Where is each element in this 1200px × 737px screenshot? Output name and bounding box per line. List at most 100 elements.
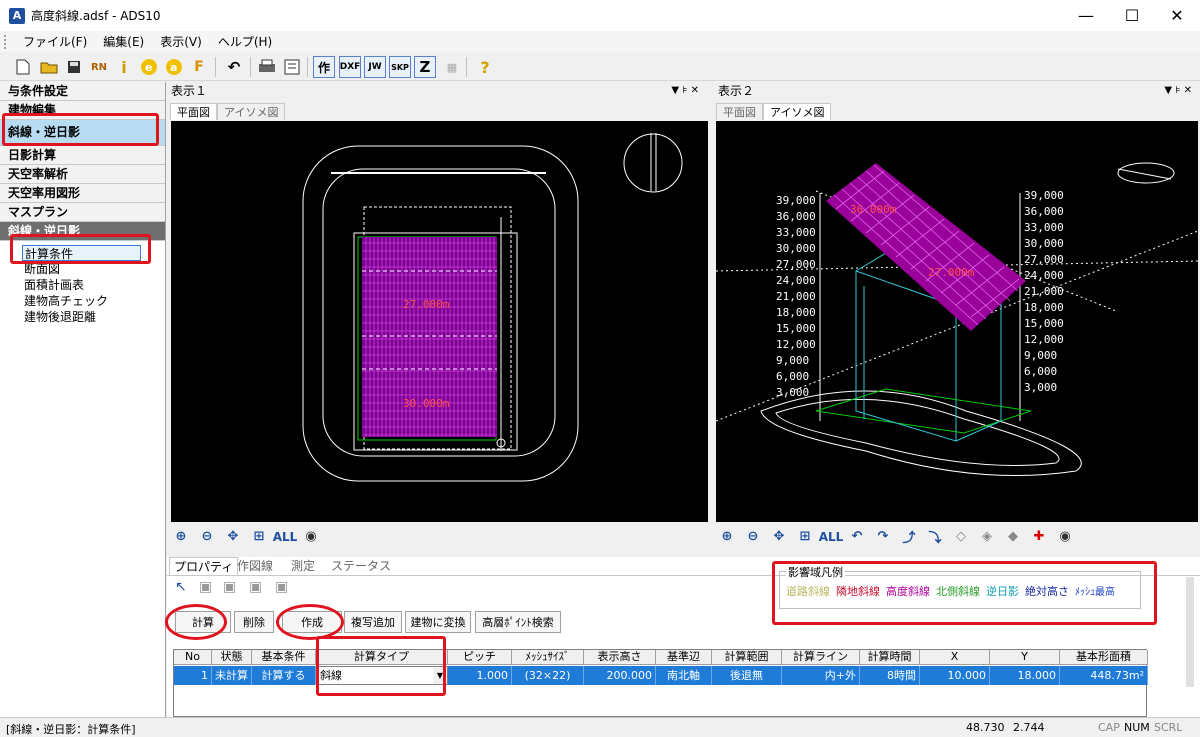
nav-header-mass-plan[interactable]: マスプラン (0, 203, 165, 222)
pan-icon[interactable]: ✥ (768, 526, 790, 548)
convert-building-button[interactable]: 建物に変換 (405, 611, 471, 633)
grid-header[interactable]: Y (990, 650, 1060, 665)
grid-cell-mesh[interactable]: (32×22) (512, 666, 584, 685)
nav-header-shadow[interactable]: 斜線・逆日影 (0, 120, 165, 146)
grid-header[interactable]: ピッチ (448, 650, 512, 665)
zoom-all-button[interactable]: ALL (819, 526, 844, 548)
view2-pane-controls[interactable]: ▼ ⊧ ✕ (1164, 82, 1192, 100)
nav-header-sky-analysis[interactable]: 天空率解析 (0, 165, 165, 184)
maximize-button[interactable]: ☐ (1109, 0, 1155, 31)
skp-button[interactable]: SKP (389, 56, 411, 78)
view2-tab-plan[interactable]: 平面図 (716, 103, 763, 120)
z-button[interactable]: Z (414, 56, 436, 78)
grid-cell-height[interactable]: 200.000 (584, 666, 656, 685)
close-button[interactable]: ✕ (1154, 0, 1200, 31)
zoom-in-icon[interactable]: ⊕ (716, 526, 738, 548)
properties-icon[interactable] (281, 56, 303, 78)
menu-help[interactable]: ヘルプ(H) (210, 33, 280, 50)
print-icon[interactable] (256, 56, 278, 78)
grid-header[interactable]: 表示高さ (584, 650, 656, 665)
menu-file[interactable]: ファイル(F) (15, 33, 95, 50)
bottom-scrollbar[interactable] (1186, 577, 1194, 687)
save-icon[interactable] (63, 56, 85, 78)
zoom-window-icon[interactable]: ⊞ (794, 526, 816, 548)
grid-cell-pitch[interactable]: 1.000 (448, 666, 512, 685)
calc-type-select[interactable]: 斜線 ▼ (316, 666, 448, 685)
grid-cell-y[interactable]: 18.000 (990, 666, 1060, 685)
view-eye-icon[interactable]: ◉ (1054, 526, 1076, 548)
chevron-down-icon[interactable]: ▼ (433, 667, 447, 684)
grid-cell-line[interactable]: 内+外 (782, 666, 860, 685)
new-file-icon[interactable] (12, 56, 34, 78)
tree-item-area-table[interactable]: 面積計画表 (0, 277, 165, 293)
info-icon[interactable]: i (113, 56, 135, 78)
tree-item-setback[interactable]: 建物後退距離 (0, 309, 165, 325)
view1-tab-plan[interactable]: 平面図 (170, 103, 217, 120)
grid-header[interactable]: X (920, 650, 990, 665)
nav-header-sky-shapes[interactable]: 天空率用図形 (0, 184, 165, 203)
grid-header[interactable]: 計算タイプ (316, 650, 448, 665)
zoom-all-button[interactable]: ALL (273, 526, 298, 548)
delete-button[interactable]: 削除 (234, 611, 274, 633)
help-icon[interactable]: ? (474, 56, 496, 78)
tree-item-section[interactable]: 断面図 (0, 261, 165, 277)
grid-cell-time[interactable]: 8時間 (860, 666, 920, 685)
zoom-window-icon[interactable]: ⊞ (248, 526, 270, 548)
tab-drawing-lines[interactable]: 作図線 (233, 557, 277, 575)
grid-cell-range[interactable]: 後退無 (712, 666, 782, 685)
tilt-down-icon[interactable]: ⤵ (924, 526, 946, 548)
tree-item-height-check[interactable]: 建物高チェック (0, 293, 165, 309)
view2-canvas[interactable]: 39,000 36,000 33,000 30,000 27,000 24,00… (715, 121, 1199, 522)
zoom-out-icon[interactable]: ⊖ (196, 526, 218, 548)
tilt-up-icon[interactable]: ⤴ (898, 526, 920, 548)
pan-icon[interactable]: ✥ (222, 526, 244, 548)
view1-tab-iso[interactable]: アイソメ図 (217, 103, 286, 120)
tree-item-calc-conditions[interactable]: 計算条件 (22, 245, 141, 261)
tab-status[interactable]: ステータス (327, 557, 395, 575)
zoom-out-icon[interactable]: ⊖ (742, 526, 764, 548)
zoom-in-icon[interactable]: ⊕ (170, 526, 192, 548)
grid-cell-side[interactable]: 南北軸 (656, 666, 712, 685)
open-folder-icon[interactable] (38, 56, 60, 78)
minimize-button[interactable]: — (1063, 0, 1109, 31)
e-circle-icon[interactable]: e (138, 56, 160, 78)
grid-header[interactable]: 基本条件 (252, 650, 316, 665)
grid-cell-x[interactable]: 10.000 (920, 666, 990, 685)
high-point-search-button[interactable]: 高層ﾎﾟｲﾝﾄ検索 (475, 611, 561, 633)
tab-measure[interactable]: 測定 (287, 557, 319, 575)
grid-header[interactable]: 基準辺 (656, 650, 712, 665)
menu-view[interactable]: 表示(V) (152, 33, 210, 50)
orbit-icon[interactable]: ✚ (1028, 526, 1050, 548)
grid-cell-status[interactable]: 未計算 (212, 666, 252, 685)
view1-canvas[interactable]: 27.000m 30.000m (171, 121, 708, 522)
view-eye-icon[interactable]: ◉ (300, 526, 322, 548)
grid-cell-basic[interactable]: 計算する (252, 666, 316, 685)
grid-header[interactable]: No (174, 650, 212, 665)
view2-tab-iso[interactable]: アイソメ図 (763, 103, 832, 120)
calc-button[interactable]: 計算 (175, 611, 231, 633)
undo-icon[interactable]: ↶ (223, 56, 245, 78)
grid-header[interactable]: 基本形面積 (1060, 650, 1148, 665)
grid-header[interactable]: 状態 (212, 650, 252, 665)
grid-header[interactable]: 計算範囲 (712, 650, 782, 665)
grid-header[interactable]: ﾒｯｼｭｻｲｽﾞ (512, 650, 584, 665)
nav-header-sun-shadow[interactable]: 日影計算 (0, 146, 165, 165)
grid-header[interactable]: 計算時間 (860, 650, 920, 665)
dxf-button[interactable]: DXF (339, 56, 361, 78)
jw-button[interactable]: JW (364, 56, 386, 78)
tab-properties[interactable]: プロパティ (169, 557, 239, 576)
rotate-left-icon[interactable]: ↶ (846, 526, 868, 548)
wireframe-icon[interactable]: ◇ (950, 526, 972, 548)
rn-icon[interactable]: RN (88, 56, 110, 78)
f-icon[interactable]: F (188, 56, 210, 78)
rotate-right-icon[interactable]: ↷ (872, 526, 894, 548)
grid-header[interactable]: 計算ライン (782, 650, 860, 665)
nav-header-building-edit[interactable]: 建物編集 (0, 101, 165, 120)
menu-edit[interactable]: 編集(E) (95, 33, 152, 50)
grid-cell-no[interactable]: 1 (174, 666, 212, 685)
a-circle-icon[interactable]: a (163, 56, 185, 78)
pick-tool-icon[interactable]: ↖ (175, 579, 187, 595)
nav-header-conditions[interactable]: 与条件設定 (0, 82, 165, 101)
create-button[interactable]: 作成 (282, 611, 342, 633)
grid-cell-area[interactable]: 448.73m² (1060, 666, 1148, 685)
